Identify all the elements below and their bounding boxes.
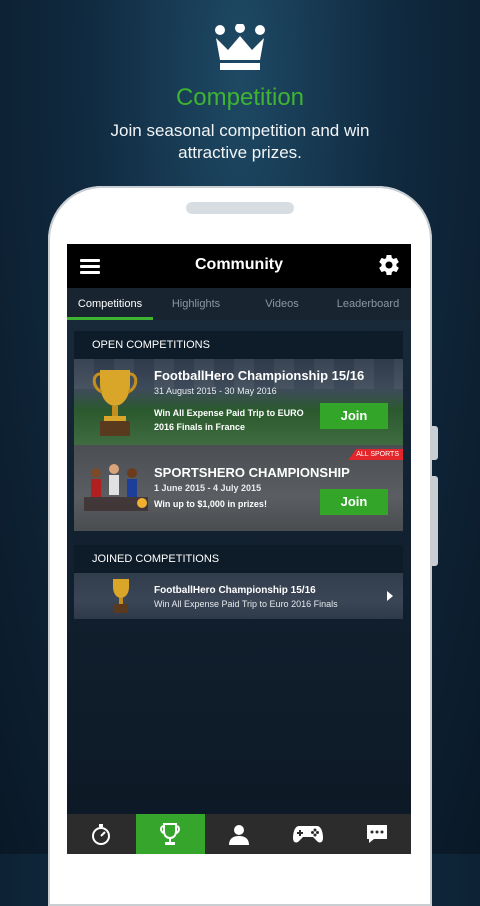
tab-highlights[interactable]: Highlights	[153, 288, 239, 320]
page-title: Community	[195, 256, 283, 273]
competition-prize: Win All Expense Paid Trip to EURO 2016 F…	[154, 408, 304, 432]
person-icon	[228, 825, 249, 845]
tab-leaderboard[interactable]: Leaderboard	[325, 288, 411, 320]
phone-side-button	[432, 476, 438, 566]
competition-dates: 31 August 2015 - 30 May 2016	[154, 386, 277, 396]
trophy-icon	[92, 370, 138, 436]
nav-profile[interactable]	[205, 814, 274, 854]
athletes-icon	[84, 464, 148, 511]
nav-timer[interactable]	[67, 814, 136, 854]
chat-icon	[366, 825, 387, 843]
competition-prize: Win up to $1,000 in prizes!	[154, 499, 267, 509]
gear-icon[interactable]	[377, 253, 401, 277]
competition-card[interactable]: ALL SPORTS SPORTSHERO CHAMPIONSHIP 1 Jun…	[74, 445, 403, 531]
nav-games[interactable]	[273, 814, 342, 854]
nav-competitions[interactable]	[135, 814, 205, 854]
trophy-icon	[113, 579, 129, 613]
stopwatch-icon	[92, 824, 111, 845]
phone-side-button	[432, 426, 438, 460]
nav-chat[interactable]	[342, 814, 411, 854]
competition-title: FootballHero Championship 15/16	[154, 368, 365, 383]
section-header: OPEN COMPETITIONS	[74, 331, 403, 359]
promo-header: Competition Join seasonal competition an…	[0, 0, 480, 180]
promo-title: Competition	[175, 84, 305, 111]
open-competitions-section: OPEN COMPETITIONS FootballHero Champions…	[74, 331, 403, 531]
competition-title: SPORTSHERO CHAMPIONSHIP	[154, 465, 350, 480]
join-button[interactable]: Join	[320, 489, 388, 515]
tab-bar: Competitions Highlights Videos Leaderboa…	[67, 288, 411, 320]
joined-competition-title: FootballHero Championship 15/16	[154, 585, 316, 596]
promo-subtitle: Join seasonal competition and win attrac…	[110, 121, 370, 162]
app-bar: Community	[67, 244, 411, 288]
section-header: JOINED COMPETITIONS	[74, 545, 403, 573]
bottom-nav	[67, 814, 411, 854]
phone-speaker	[186, 202, 294, 214]
app-screen: Community Competitions Highlights Videos…	[67, 244, 411, 854]
joined-competitions-section: JOINED COMPETITIONS FootballHero Champio…	[74, 545, 403, 619]
tab-videos[interactable]: Videos	[239, 288, 325, 320]
tab-competitions[interactable]: Competitions	[67, 288, 153, 320]
gamepad-icon	[292, 826, 323, 843]
trophy-icon	[160, 823, 181, 845]
crown-icon	[215, 24, 265, 70]
joined-competition-description: Win All Expense Paid Trip to Euro 2016 F…	[154, 599, 338, 609]
category-tag: ALL SPORTS	[348, 449, 403, 460]
chevron-right-icon	[387, 591, 393, 601]
competition-dates: 1 June 2015 - 4 July 2015	[154, 483, 262, 493]
competition-card[interactable]: FootballHero Championship 15/16 31 Augus…	[74, 359, 403, 445]
join-button[interactable]: Join	[320, 403, 388, 429]
joined-competition-item[interactable]: FootballHero Championship 15/16 Win All …	[74, 573, 403, 619]
